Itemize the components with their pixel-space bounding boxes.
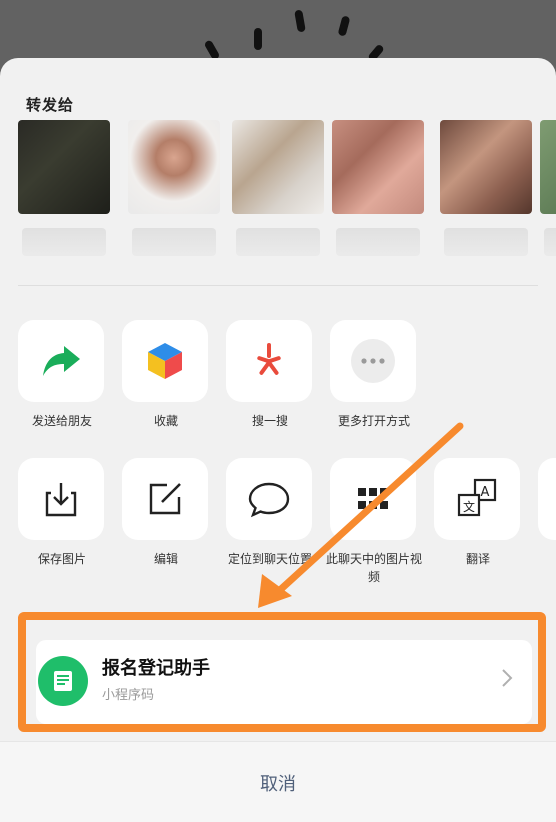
annotation-arrow-icon	[258, 422, 464, 608]
